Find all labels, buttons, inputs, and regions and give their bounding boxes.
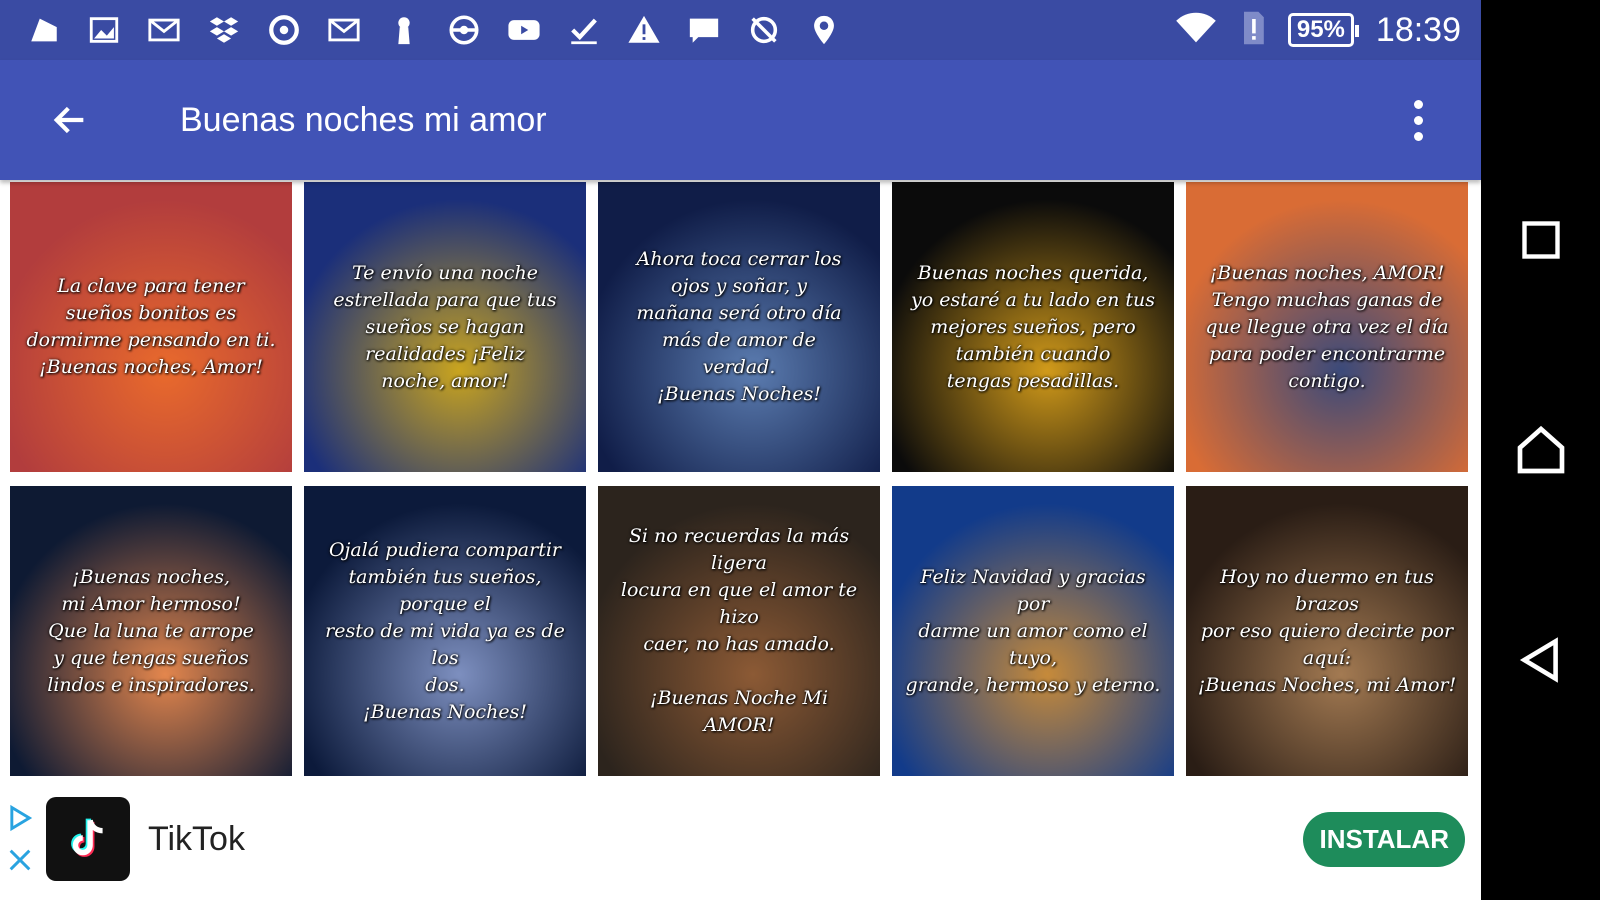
gmail-icon <box>146 12 182 48</box>
gmail-icon <box>326 12 362 48</box>
overflow-menu-button[interactable] <box>1403 90 1433 150</box>
notification-icons <box>26 12 842 48</box>
dot-icon <box>1413 99 1423 109</box>
image-card[interactable]: ¡Buenas noches, AMOR! Tengo muchas ganas… <box>1186 182 1468 472</box>
arrow-left-icon <box>53 106 84 134</box>
no-location-icon <box>746 12 782 48</box>
card-caption: Hoy no duermo en tus brazos por eso quie… <box>1197 565 1457 696</box>
card-caption: ¡Buenas noches, AMOR! Tengo muchas ganas… <box>1205 261 1449 392</box>
recents-button[interactable] <box>1501 200 1581 280</box>
sim-alert-icon <box>1240 10 1266 51</box>
recents-icon <box>1521 221 1560 259</box>
ad-app-name: TikTok <box>148 819 245 858</box>
pokeball-icon <box>446 12 482 48</box>
image-card[interactable]: Ahora toca cerrar los ojos y soñar, y ma… <box>598 182 880 472</box>
tiktok-note-icon <box>71 818 103 857</box>
status-bar: 95% 18:39 <box>0 0 1481 60</box>
image-grid: La clave para tener sueños bonitos es do… <box>10 182 1472 776</box>
card-caption: Feliz Navidad y gracias por darme un amo… <box>905 565 1161 696</box>
card-caption: Ahora toca cerrar los ojos y soñar, y ma… <box>636 248 842 405</box>
image-card[interactable]: ¡Buenas noches, mi Amor hermoso! Que la … <box>10 486 292 776</box>
card-caption: Si no recuerdas la más ligera locura en … <box>620 525 858 736</box>
image-card[interactable]: Si no recuerdas la más ligera locura en … <box>598 486 880 776</box>
page-title: Buenas noches mi amor <box>180 100 547 139</box>
chat-icon <box>686 12 722 48</box>
card-caption: Ojalá pudiera compartir también tus sueñ… <box>325 538 565 723</box>
sync-icon <box>266 12 302 48</box>
system-nav-bar <box>1481 0 1600 900</box>
adchoices-icon[interactable] <box>6 804 34 832</box>
keyhole-icon <box>386 12 422 48</box>
app-bar: Buenas noches mi amor <box>0 60 1481 180</box>
back-icon <box>1519 637 1558 683</box>
battery-indicator: 95% <box>1287 13 1359 47</box>
dot-icon <box>1413 115 1423 125</box>
card-caption: Buenas noches querida, yo estaré a tu la… <box>910 261 1155 392</box>
image-card[interactable]: Ojalá pudiera compartir también tus sueñ… <box>304 486 586 776</box>
image-card[interactable]: Hoy no duermo en tus brazos por eso quie… <box>1186 486 1468 776</box>
dropbox-icon <box>206 12 242 48</box>
back-arrow-button[interactable] <box>40 90 100 150</box>
image-card[interactable]: Te envío una noche estrellada para que t… <box>304 182 586 472</box>
ad-marks <box>6 804 34 874</box>
checkbox-icon <box>566 12 602 48</box>
warning-icon <box>626 12 662 48</box>
status-right: 95% 18:39 <box>1174 10 1461 51</box>
image-card[interactable]: Buenas noches querida, yo estaré a tu la… <box>892 182 1174 472</box>
card-caption: ¡Buenas noches, mi Amor hermoso! Que la … <box>47 565 255 696</box>
back-button[interactable] <box>1501 620 1581 700</box>
home-icon <box>1517 425 1564 474</box>
image-card[interactable]: Feliz Navidad y gracias por darme un amo… <box>892 486 1174 776</box>
clock: 18:39 <box>1375 10 1461 49</box>
ad-banner: TikTok INSTALAR <box>0 778 1481 900</box>
home-button[interactable] <box>1501 410 1581 490</box>
image-icon <box>86 12 122 48</box>
card-caption: Te envío una noche estrellada para que t… <box>333 261 557 392</box>
tiktok-logo <box>46 797 130 881</box>
wifi-icon <box>1174 10 1218 51</box>
install-button[interactable]: INSTALAR <box>1303 811 1465 867</box>
card-caption: La clave para tener sueños bonitos es do… <box>26 275 276 378</box>
image-card[interactable]: La clave para tener sueños bonitos es do… <box>10 182 292 472</box>
close-ad-icon[interactable] <box>6 846 34 874</box>
file-icon <box>26 12 62 48</box>
youtube-icon <box>506 12 542 48</box>
dot-icon <box>1413 131 1423 141</box>
location-pin-icon <box>806 12 842 48</box>
